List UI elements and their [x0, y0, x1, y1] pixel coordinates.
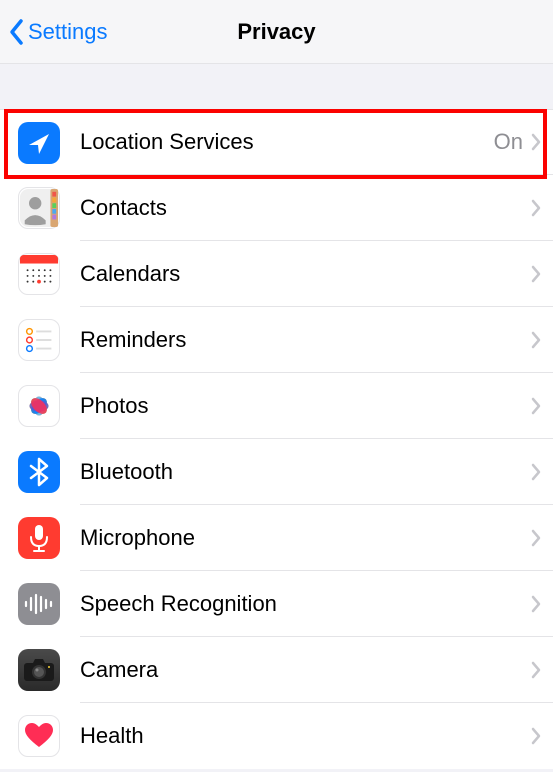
row-label: Location Services — [80, 129, 494, 155]
settings-list: Location Services On Contacts — [0, 109, 553, 769]
row-camera[interactable]: Camera — [0, 637, 553, 703]
chevron-left-icon — [8, 18, 24, 46]
row-speech-recognition[interactable]: Speech Recognition — [0, 571, 553, 637]
back-button[interactable]: Settings — [8, 18, 108, 46]
chevron-right-icon — [531, 133, 541, 151]
chevron-right-icon — [531, 463, 541, 481]
row-label: Camera — [80, 657, 531, 683]
row-label: Health — [80, 723, 531, 749]
calendar-icon — [18, 253, 60, 295]
microphone-icon — [18, 517, 60, 559]
nav-bar: Settings Privacy — [0, 0, 553, 64]
row-bluetooth[interactable]: Bluetooth — [0, 439, 553, 505]
row-photos[interactable]: Photos — [0, 373, 553, 439]
chevron-right-icon — [531, 529, 541, 547]
chevron-right-icon — [531, 265, 541, 283]
row-label: Bluetooth — [80, 459, 531, 485]
row-label: Reminders — [80, 327, 531, 353]
chevron-right-icon — [531, 661, 541, 679]
row-microphone[interactable]: Microphone — [0, 505, 553, 571]
waveform-icon — [18, 583, 60, 625]
back-label: Settings — [28, 19, 108, 45]
location-icon — [18, 122, 60, 164]
chevron-right-icon — [531, 331, 541, 349]
chevron-right-icon — [531, 397, 541, 415]
row-location-services[interactable]: Location Services On — [0, 109, 553, 175]
row-label: Photos — [80, 393, 531, 419]
contacts-icon — [18, 187, 60, 229]
row-label: Calendars — [80, 261, 531, 287]
row-health[interactable]: Health — [0, 703, 553, 769]
row-reminders[interactable]: Reminders — [0, 307, 553, 373]
reminders-icon — [18, 319, 60, 361]
photos-icon — [18, 385, 60, 427]
chevron-right-icon — [531, 727, 541, 745]
row-calendars[interactable]: Calendars — [0, 241, 553, 307]
row-label: Microphone — [80, 525, 531, 551]
row-contacts[interactable]: Contacts — [0, 175, 553, 241]
row-label: Contacts — [80, 195, 531, 221]
section-spacer — [0, 64, 553, 109]
camera-icon — [18, 649, 60, 691]
bluetooth-icon — [18, 451, 60, 493]
health-icon — [18, 715, 60, 757]
chevron-right-icon — [531, 595, 541, 613]
row-label: Speech Recognition — [80, 591, 531, 617]
chevron-right-icon — [531, 199, 541, 217]
row-value: On — [494, 129, 523, 155]
